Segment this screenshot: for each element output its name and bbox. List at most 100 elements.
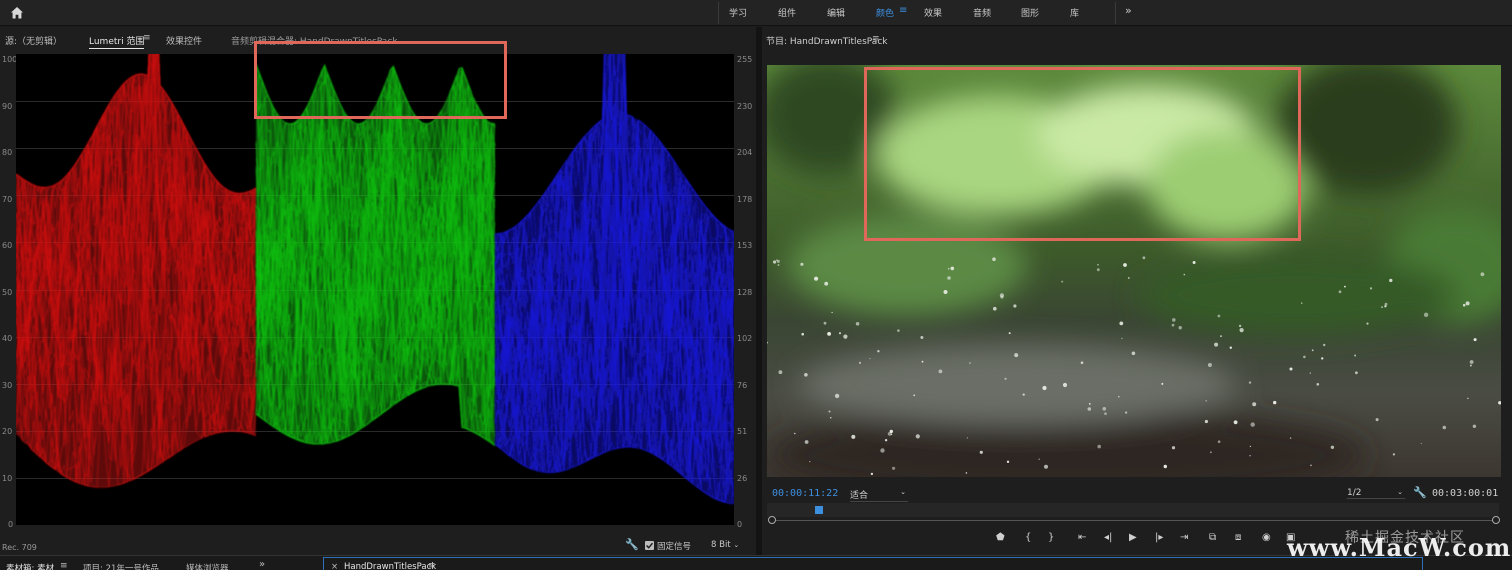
playhead[interactable] [815, 506, 824, 514]
water-droplet [1423, 312, 1429, 317]
sequence-panel-header [323, 557, 1423, 570]
zoom-fit-select[interactable]: 适合 ⌄ [850, 488, 908, 502]
bit-depth-select[interactable]: 8 Bit ⌄ [711, 540, 739, 550]
water-droplet [1183, 273, 1186, 276]
water-droplet [1022, 393, 1025, 396]
clamp-signal-checkbox[interactable] [645, 541, 654, 550]
workspace-assembly[interactable]: 组件 [778, 6, 796, 19]
water-droplet [979, 450, 983, 454]
workspace-effects[interactable]: 效果 [924, 6, 942, 19]
water-droplet [1344, 285, 1346, 288]
colorspace-label: Rec. 709 [2, 543, 37, 552]
water-droplet [1127, 277, 1130, 279]
play-icon[interactable]: ▶ [1129, 532, 1137, 543]
water-droplet [1420, 442, 1422, 445]
step-forward-icon[interactable]: |▸ [1155, 532, 1163, 543]
water-droplet [869, 358, 871, 360]
workspace-editing[interactable]: 编辑 [827, 6, 845, 19]
add-marker-icon[interactable]: ⬟ [996, 532, 1005, 543]
panel-menu-icon[interactable]: ≡ [143, 33, 151, 43]
bit-depth-value: 8 Bit [711, 540, 731, 550]
chevron-down-icon: ⌄ [733, 541, 740, 549]
mark-in-icon[interactable]: { [1025, 532, 1031, 543]
panel-menu-icon[interactable]: ≡ [60, 561, 68, 570]
water-droplet [938, 369, 943, 374]
water-droplet [1465, 301, 1470, 306]
go-to-in-icon[interactable]: ⇤ [1078, 532, 1086, 543]
scope-tick-right: 255 [737, 55, 753, 64]
scope-tick-left: 30 [2, 381, 13, 390]
zoom-scrollbar-track[interactable] [772, 520, 1494, 521]
workspace-audio[interactable]: 音频 [973, 6, 991, 19]
mark-out-icon[interactable]: } [1048, 532, 1054, 543]
tab-source[interactable]: 源:（无剪辑） [5, 34, 62, 47]
panel-menu-icon[interactable]: ≡ [872, 34, 880, 44]
water-droplet [800, 262, 804, 266]
water-droplet [1310, 464, 1312, 467]
tab-lumetri-scopes[interactable]: Lumetri 范围 [89, 34, 145, 49]
water-droplet [827, 332, 831, 336]
more-panels-icon[interactable]: » [259, 559, 265, 570]
tab-project[interactable]: 项目: 21年一号作品 [83, 562, 159, 570]
current-timecode[interactable]: 00:00:11:22 [772, 488, 838, 499]
tab-effect-controls[interactable]: 效果控件 [166, 34, 202, 47]
insert-icon[interactable]: ⧉ [1209, 532, 1216, 543]
workspace-bar: 学习 组件 编辑 颜色 ≡ 效果 音频 图形 库 » [0, 0, 1512, 26]
water-droplet [1142, 256, 1146, 260]
water-droplet [824, 281, 829, 286]
tab-sequence[interactable]: HandDrawnTitlesPack [344, 562, 436, 570]
workspace-graphics[interactable]: 图形 [1021, 6, 1039, 19]
water-droplet [1301, 302, 1303, 304]
water-droplet [1062, 382, 1068, 388]
water-droplet [1214, 342, 1219, 347]
wrench-icon[interactable]: 🔧 [625, 538, 639, 551]
program-monitor-title[interactable]: 节目: HandDrawnTitlesPack [766, 34, 887, 47]
workspace-menu-icon[interactable]: ≡ [899, 5, 907, 16]
water-droplet [992, 257, 996, 261]
water-droplet [1171, 323, 1175, 327]
tab-media-browser[interactable]: 媒体浏览器 [186, 562, 229, 570]
water-droplet [969, 362, 971, 364]
workspace-libraries[interactable]: 库 [1070, 6, 1079, 19]
playback-resolution-select[interactable]: 1/2 ⌄ [1347, 488, 1405, 499]
watermark-site: www.MacW.com [1287, 533, 1512, 562]
close-icon[interactable]: × [331, 562, 338, 570]
overwrite-icon[interactable]: ⧈ [1235, 532, 1241, 543]
water-droplet [1161, 382, 1164, 385]
tab-bin[interactable]: 素材箱: 素材 [6, 562, 54, 570]
water-droplet [1389, 278, 1393, 283]
water-droplet [1330, 445, 1335, 449]
water-droplet [1204, 419, 1208, 424]
wrench-icon[interactable]: 🔧 [1413, 486, 1427, 499]
panel-menu-icon[interactable]: ≡ [428, 561, 436, 570]
home-icon[interactable] [9, 5, 25, 21]
water-droplet [1355, 371, 1358, 375]
workspace-color[interactable]: 颜色 [876, 6, 894, 19]
water-droplet [1375, 418, 1379, 422]
chevron-down-icon: ⌄ [1397, 488, 1403, 496]
water-droplet [892, 466, 896, 470]
highlight-box-video [864, 67, 1301, 241]
more-workspaces-icon[interactable]: » [1125, 4, 1132, 17]
water-droplet [804, 440, 809, 444]
zoom-handle-right[interactable] [1492, 516, 1500, 524]
zoom-handle-left[interactable] [768, 516, 776, 524]
workspace-learn[interactable]: 学习 [729, 6, 747, 19]
water-droplet [1252, 402, 1257, 407]
water-droplet [1462, 303, 1466, 307]
water-droplet [966, 437, 968, 439]
scope-tick-left: 100 [2, 55, 18, 64]
water-droplet [1469, 364, 1472, 367]
go-to-out-icon[interactable]: ⇥ [1180, 532, 1188, 543]
scope-tick-right: 204 [737, 148, 753, 157]
step-back-icon[interactable]: ◂| [1104, 532, 1112, 543]
water-droplet [1309, 372, 1311, 374]
divider [718, 2, 719, 24]
water-droplet [943, 290, 948, 294]
export-frame-icon[interactable]: ◉ [1262, 532, 1271, 543]
water-droplet [1369, 287, 1373, 290]
water-droplet [794, 432, 796, 435]
scope-tick-right: 26 [737, 474, 748, 483]
water-droplet [947, 276, 951, 280]
timeline-scrubber[interactable] [767, 503, 1499, 517]
